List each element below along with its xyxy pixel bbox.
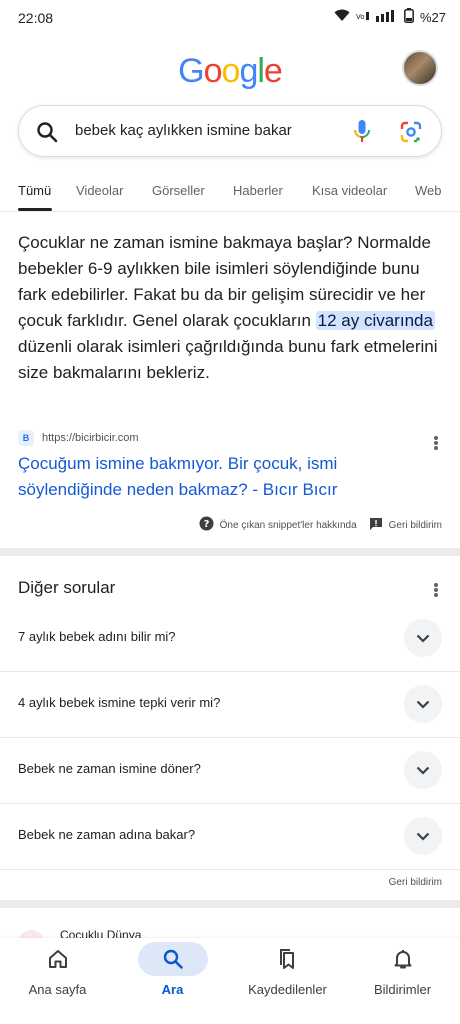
search-icon: [35, 120, 59, 149]
more-options-icon[interactable]: [429, 433, 443, 453]
site-favicon: B: [18, 430, 34, 446]
logo-letter: o: [203, 52, 223, 90]
question-row[interactable]: Bebek ne zaman ismine döner?: [0, 738, 460, 804]
other-questions-title: Diğer sorular: [18, 578, 116, 597]
status-icons: Vo %27: [334, 8, 446, 26]
chevron-down-icon[interactable]: [404, 685, 442, 723]
volte-icon: Vo: [356, 10, 370, 25]
feedback-label: Geri bildirim: [388, 519, 442, 531]
logo-letter: e: [263, 52, 283, 90]
status-bar: 22:08 Vo %27: [0, 0, 460, 36]
result-title-link[interactable]: Çocuğum ismine bakmıyor. Bir çocuk, ismi…: [18, 451, 418, 503]
svg-text:?: ?: [203, 519, 209, 530]
tab-short-videos[interactable]: Kısa videolar: [312, 183, 387, 198]
search-tabs: Tümü Videolar Görseller Haberler Kısa vi…: [0, 172, 460, 212]
question-text: 4 aylık bebek ismine tepki verir mi?: [18, 695, 221, 710]
section-divider: [0, 548, 460, 556]
battery-icon: [404, 8, 414, 26]
other-questions-feedback[interactable]: Geri bildirim: [389, 877, 442, 888]
chevron-down-icon[interactable]: [404, 751, 442, 789]
logo-letter: g: [239, 52, 258, 90]
nav-search-label: Ara: [161, 982, 184, 997]
tab-images[interactable]: Görseller: [152, 183, 205, 198]
home-icon: [23, 942, 93, 976]
feedback-icon: [369, 517, 383, 534]
mic-icon[interactable]: [353, 119, 371, 150]
snippet-footer: ? Öne çıkan snippet'ler hakkında Geri bi…: [199, 516, 442, 534]
search-icon: [137, 942, 208, 976]
bottom-navigation: Ana sayfa Ara Kaydedilenler Bildirimler: [0, 938, 460, 1024]
active-tab-indicator: [18, 208, 52, 211]
tab-videos[interactable]: Videolar: [76, 183, 123, 198]
help-icon: ?: [199, 516, 214, 534]
bell-icon: [368, 942, 438, 976]
nav-home[interactable]: Ana sayfa: [0, 938, 115, 1024]
question-text: Bebek ne zaman adına bakar?: [18, 827, 196, 842]
nav-home-label: Ana sayfa: [28, 982, 87, 997]
tab-web[interactable]: Web: [415, 183, 442, 198]
other-questions-menu-icon[interactable]: [429, 580, 443, 600]
question-row[interactable]: 7 aylık bebek adını bilir mi?: [0, 606, 460, 672]
tab-all[interactable]: Tümü: [18, 183, 51, 198]
avatar[interactable]: [402, 50, 438, 86]
question-text: Bebek ne zaman ismine döner?: [18, 761, 201, 776]
logo-letter: G: [178, 52, 204, 90]
about-snippets-link[interactable]: ? Öne çıkan snippet'ler hakkında: [199, 516, 357, 534]
featured-snippet-text: Çocuklar ne zaman ismine bakmaya başlar?…: [18, 230, 442, 386]
snippet-feedback-link[interactable]: Geri bildirim: [369, 517, 442, 534]
search-box[interactable]: bebek kaç aylıkken ismine bakar: [18, 105, 442, 157]
snippet-text-after: düzenli olarak isimleri çağrıldığında bu…: [18, 337, 438, 382]
wifi-icon: [334, 9, 350, 25]
tab-news[interactable]: Haberler: [233, 183, 283, 198]
about-snippets-label: Öne çıkan snippet'ler hakkında: [219, 519, 357, 531]
chevron-down-icon[interactable]: [404, 817, 442, 855]
nav-notifications-label: Bildirimler: [373, 982, 432, 997]
battery-percent: %27: [419, 9, 446, 25]
nav-saved[interactable]: Kaydedilenler: [230, 938, 345, 1024]
bookmarks-icon: [253, 942, 323, 976]
svg-text:Vo: Vo: [356, 13, 365, 21]
nav-notifications[interactable]: Bildirimler: [345, 938, 460, 1024]
logo-letter: o: [221, 52, 241, 90]
chevron-down-icon[interactable]: [404, 619, 442, 657]
source-url[interactable]: https://bicirbicir.com: [42, 432, 139, 444]
question-row[interactable]: Bebek ne zaman adına bakar?: [0, 804, 460, 870]
snippet-source[interactable]: B https://bicirbicir.com: [18, 430, 139, 446]
nav-search[interactable]: Ara: [115, 938, 230, 1024]
lens-camera-icon[interactable]: [399, 120, 423, 149]
snippet-highlight: 12 ay civarında: [315, 311, 435, 330]
google-logo: Google: [0, 52, 460, 91]
nav-saved-label: Kaydedilenler: [248, 982, 327, 997]
question-text: 7 aylık bebek adını bilir mi?: [18, 629, 176, 644]
question-row[interactable]: 4 aylık bebek ismine tepki verir mi?: [0, 672, 460, 738]
section-divider: [0, 900, 460, 908]
search-query[interactable]: bebek kaç aylıkken ismine bakar: [75, 122, 292, 139]
status-time: 22:08: [18, 10, 54, 26]
signal-icon: [375, 9, 398, 25]
